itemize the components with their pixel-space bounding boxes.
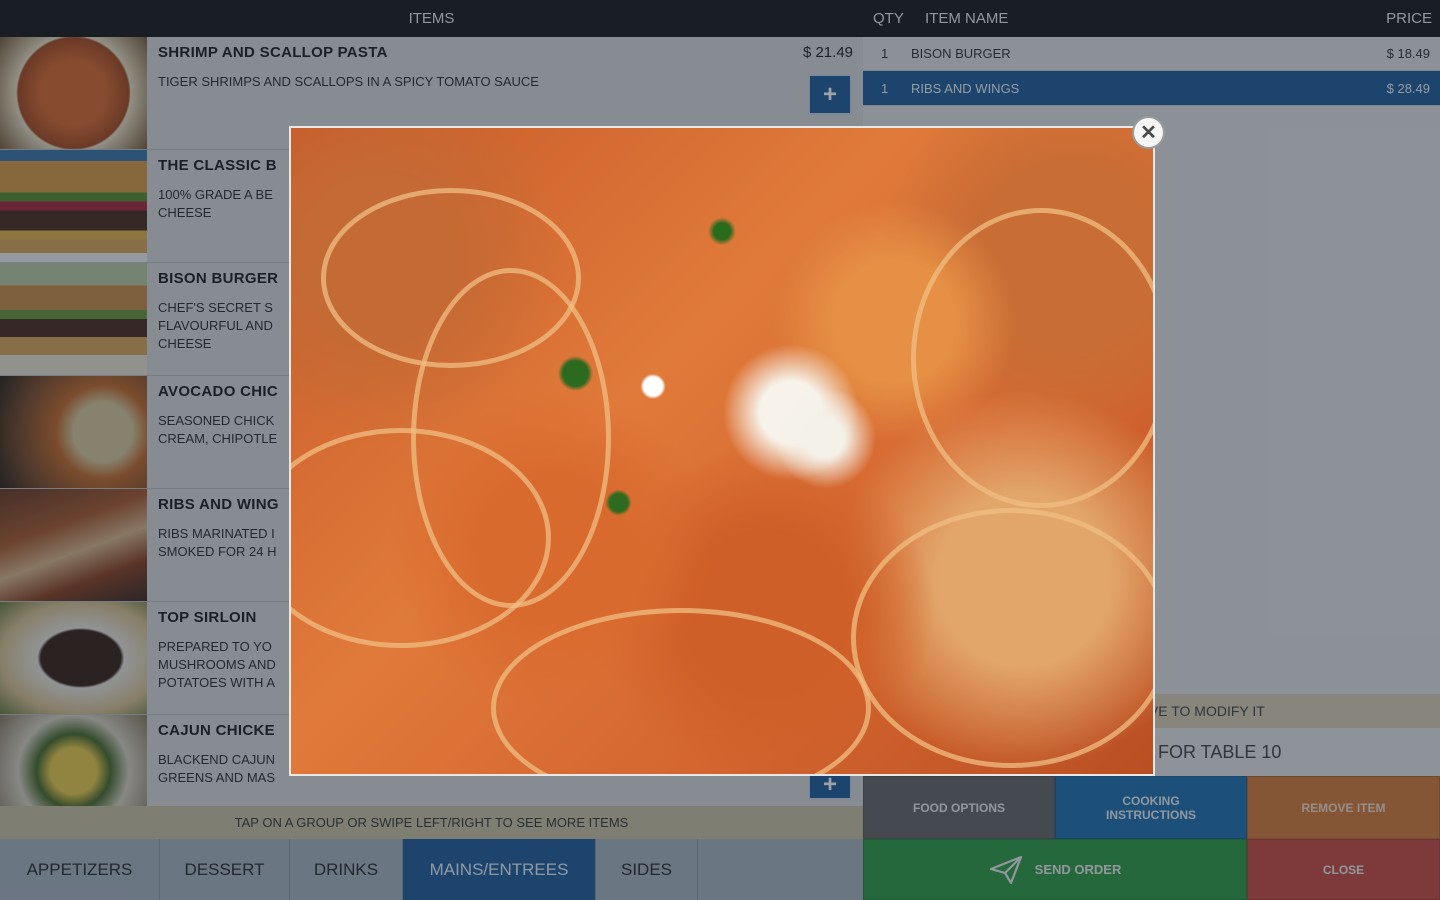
close-icon[interactable]: ✕ [1132, 116, 1165, 149]
item-image-popup [289, 126, 1155, 776]
